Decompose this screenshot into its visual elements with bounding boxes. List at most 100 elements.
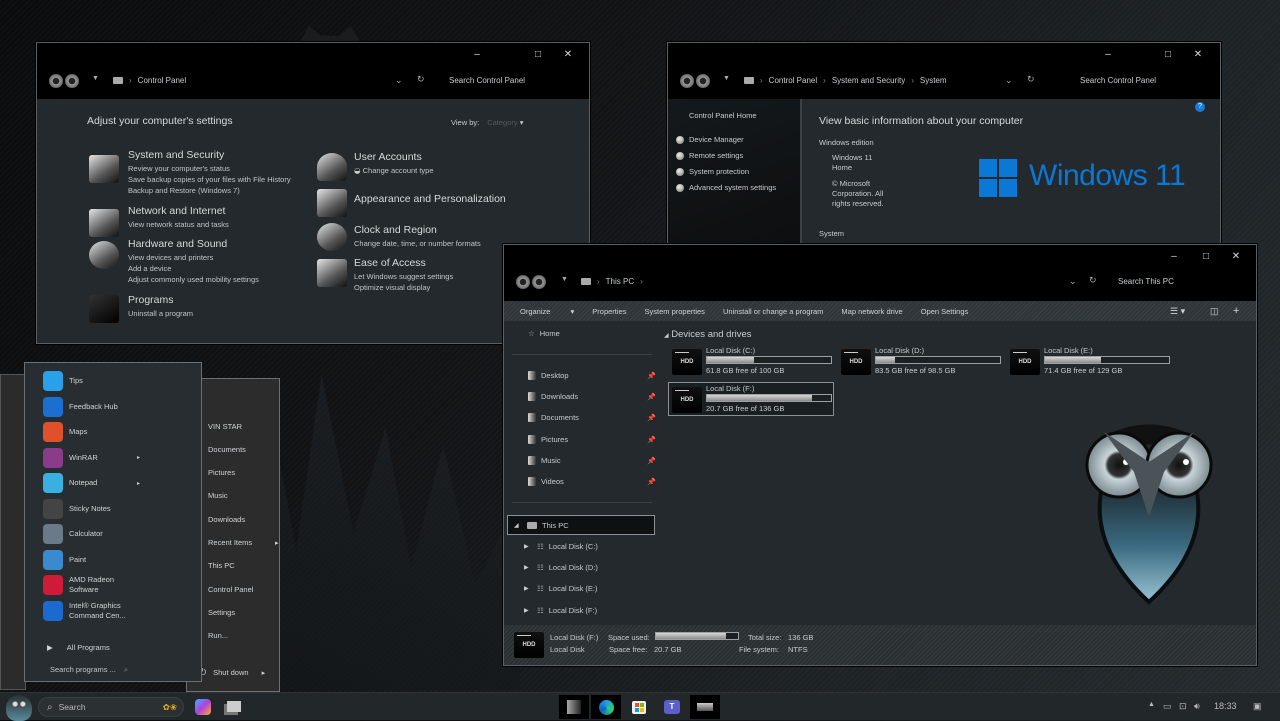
category-link[interactable]: Change date, time, or number formats — [354, 238, 481, 249]
start-app-item[interactable]: Intel® Graphics Command Cen... — [43, 600, 131, 621]
help-icon[interactable]: ? — [1195, 102, 1205, 112]
tree-this-pc[interactable]: ◢ This PC — [507, 515, 655, 535]
expand-arrow-icon[interactable]: ▶ — [524, 543, 532, 550]
clock[interactable]: 18:33 — [1214, 701, 1237, 711]
pin-icon[interactable]: 📌 — [647, 372, 656, 380]
taskbar-file-explorer[interactable] — [559, 695, 589, 719]
refresh-icon[interactable]: ↻ — [417, 74, 425, 85]
view-options-icon[interactable]: ☰ ▾ — [1170, 306, 1185, 317]
recent-locations-icon[interactable]: ▼ — [561, 276, 568, 283]
submenu-arrow-icon[interactable]: ▸ — [137, 480, 140, 487]
drive-tile-d[interactable]: HDD Local Disk (D:) 83.5 GB free of 98.5… — [838, 345, 1004, 379]
nav-home[interactable]: ☆ Home — [528, 329, 560, 338]
category-link[interactable]: Save backup copies of your files with Fi… — [128, 174, 291, 185]
start-app-item[interactable]: Tips — [43, 371, 131, 391]
submenu-arrow-icon[interactable]: ▸ — [275, 539, 279, 547]
minimize-button[interactable]: – — [1100, 49, 1116, 60]
properties-button[interactable]: Properties — [592, 307, 626, 316]
breadcrumb-item[interactable]: System and Security — [832, 76, 905, 85]
start-app-item[interactable]: Calculator — [43, 524, 131, 544]
start-app-item[interactable]: Notepad ▸ — [43, 473, 140, 493]
category-link[interactable]: View devices and printers — [128, 252, 259, 263]
recent-locations-icon[interactable]: ▼ — [92, 75, 99, 82]
preview-pane-icon[interactable]: ◫ — [1210, 306, 1219, 317]
category-link[interactable]: Uninstall a program — [128, 308, 193, 319]
category-link[interactable]: Add a device — [128, 263, 259, 274]
start-app-item[interactable]: Sticky Notes — [43, 498, 131, 519]
category-link[interactable]: Let Windows suggest settings — [354, 271, 453, 282]
close-button[interactable]: ✕ — [1190, 49, 1206, 60]
breadcrumb-item[interactable]: This PC — [606, 277, 634, 286]
maximize-button[interactable]: □ — [530, 49, 546, 60]
network-icon[interactable]: ⊡ — [1179, 701, 1187, 712]
category-link[interactable]: ◒ Change account type — [354, 165, 434, 176]
search-input[interactable]: Search Control Panel — [1080, 76, 1156, 85]
category-title[interactable]: Ease of Access — [354, 257, 453, 269]
tree-drive-f[interactable]: ▶ ☷ Local Disk (F:) — [524, 606, 597, 615]
recent-locations-icon[interactable]: ▼ — [723, 75, 730, 82]
organize-button[interactable]: Organize ▾ — [520, 307, 574, 316]
start-app-item[interactable]: Paint — [43, 549, 131, 570]
battery-icon[interactable]: ▭ — [1163, 701, 1172, 712]
sidebar-link-remote[interactable]: Remote settings — [676, 151, 743, 160]
map-drive-button[interactable]: Map network drive — [841, 307, 902, 316]
show-hidden-icons-icon[interactable]: ▲ — [1148, 701, 1155, 708]
category-link[interactable]: Review your computer's status — [128, 163, 291, 174]
plus-icon[interactable]: + — [1233, 305, 1239, 317]
taskbar-store[interactable] — [624, 695, 654, 719]
start-button[interactable] — [6, 695, 32, 721]
close-button[interactable]: ✕ — [560, 49, 576, 60]
drive-tile-f[interactable]: HDD Local Disk (F:) 20.7 GB free of 136 … — [668, 382, 834, 416]
category-title[interactable]: Appearance and Personalization — [354, 193, 506, 205]
category-title[interactable]: Clock and Region — [354, 224, 481, 236]
sidebar-link-advanced[interactable]: Advanced system settings — [676, 183, 776, 192]
view-by-dropdown[interactable]: Category ▾ — [487, 118, 523, 127]
category-link[interactable]: Adjust commonly used mobility settings — [128, 274, 259, 285]
minimize-button[interactable]: – — [1166, 251, 1182, 262]
submenu-arrow-icon[interactable]: ▸ — [137, 454, 140, 461]
search-programs-input[interactable]: Search programs ... ⌕ — [50, 665, 128, 675]
maximize-button[interactable]: □ — [1198, 251, 1214, 262]
refresh-icon[interactable]: ↻ — [1089, 275, 1097, 286]
drive-tile-e[interactable]: HDD Local Disk (E:) 71.4 GB free of 129 … — [1007, 345, 1173, 379]
copilot-icon[interactable] — [195, 699, 211, 715]
nav-downloads[interactable]: Downloads — [528, 392, 578, 401]
search-input[interactable]: Search This PC — [1118, 277, 1174, 286]
category-title[interactable]: Programs — [128, 294, 193, 306]
sidebar-home-link[interactable]: Control Panel Home — [689, 111, 757, 120]
tree-drive-d[interactable]: ▶ ☷ Local Disk (D:) — [524, 563, 598, 572]
system-properties-button[interactable]: System properties — [644, 307, 704, 316]
notifications-icon[interactable]: ▣ — [1253, 701, 1262, 712]
nav-pictures[interactable]: Pictures — [528, 435, 568, 444]
start-app-item[interactable]: Maps — [43, 422, 131, 442]
breadcrumb-item[interactable]: Control Panel — [769, 76, 817, 85]
search-input[interactable]: Search Control Panel — [449, 76, 525, 85]
breadcrumb-item[interactable]: Control Panel — [138, 76, 186, 85]
category-title[interactable]: System and Security — [128, 149, 291, 161]
shutdown-button[interactable]: ⏻ Shut down ▸ — [199, 667, 265, 678]
pin-icon[interactable]: 📌 — [647, 478, 656, 486]
pin-icon[interactable]: 📌 — [647, 393, 656, 401]
chevron-down-icon[interactable]: ⌄ — [1005, 75, 1013, 86]
expand-arrow-icon[interactable]: ▶ — [524, 564, 532, 571]
sidebar-link-protection[interactable]: System protection — [676, 167, 749, 176]
section-header[interactable]: ◢ Devices and drives — [664, 329, 752, 340]
nav-videos[interactable]: Videos — [528, 477, 564, 486]
minimize-button[interactable]: – — [469, 49, 485, 60]
refresh-icon[interactable]: ↻ — [1027, 74, 1035, 85]
chevron-down-icon[interactable]: ⌄ — [395, 75, 403, 86]
category-title[interactable]: Hardware and Sound — [128, 238, 259, 250]
submenu-arrow-icon[interactable]: ▸ — [262, 669, 266, 677]
nav-desktop[interactable]: Desktop — [528, 371, 569, 380]
uninstall-button[interactable]: Uninstall or change a program — [723, 307, 823, 316]
nav-documents[interactable]: Documents — [528, 413, 579, 422]
pin-icon[interactable]: 📌 — [647, 436, 656, 444]
drive-tile-c[interactable]: HDD Local Disk (C:) 61.8 GB free of 100 … — [669, 345, 835, 379]
breadcrumb-item[interactable]: System — [920, 76, 947, 85]
maximize-button[interactable]: □ — [1160, 49, 1176, 60]
all-programs-button[interactable]: ▶ All Programs — [47, 643, 110, 652]
pin-icon[interactable]: 📌 — [647, 457, 656, 465]
expand-arrow-icon[interactable]: ▶ — [524, 607, 532, 614]
tree-drive-c[interactable]: ▶ ☷ Local Disk (C:) — [524, 542, 598, 551]
category-link[interactable]: Optimize visual display — [354, 282, 453, 293]
